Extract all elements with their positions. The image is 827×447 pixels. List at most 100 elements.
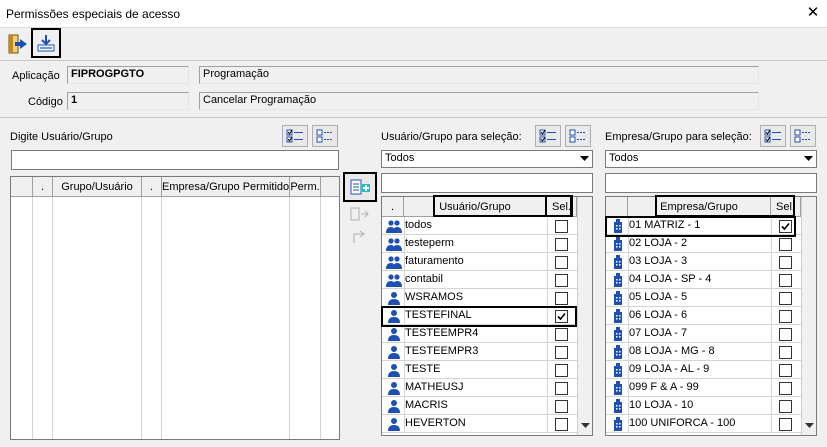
user-row[interactable]: TESTEEMPR4 bbox=[382, 325, 577, 343]
company-sel-checkbox[interactable] bbox=[779, 274, 792, 287]
company-row[interactable]: 10 LOJA - 10 bbox=[606, 397, 801, 415]
user-sel-checkbox[interactable] bbox=[555, 238, 568, 251]
users-search-input[interactable] bbox=[381, 173, 593, 193]
companies-select-all-button[interactable] bbox=[760, 125, 786, 147]
user-sel-checkbox[interactable] bbox=[555, 328, 568, 341]
left-unselect-all-button[interactable] bbox=[312, 125, 338, 147]
user-row[interactable]: TESTEEMPR3 bbox=[382, 343, 577, 361]
users-col-sel[interactable]: Sel. bbox=[547, 197, 577, 217]
users-scrollbar[interactable] bbox=[577, 197, 592, 435]
company-name: 05 LOJA - 5 bbox=[629, 291, 688, 303]
user-row[interactable]: HEVERTON bbox=[382, 415, 577, 433]
users-select-all-button[interactable] bbox=[535, 125, 561, 147]
user-sel-checkbox[interactable] bbox=[555, 418, 568, 431]
user-row[interactable]: MACRIS bbox=[382, 397, 577, 415]
company-sel-checkbox[interactable] bbox=[779, 418, 792, 431]
uncheck-list-icon bbox=[569, 129, 586, 143]
col-perm[interactable]: Perm. bbox=[290, 177, 321, 197]
company-icon bbox=[610, 345, 626, 359]
permissions-grid[interactable]: . Grupo/Usuário . Empresa/Grupo Permitid… bbox=[10, 176, 340, 440]
col-dot-1[interactable]: . bbox=[33, 177, 53, 197]
user-row[interactable]: todos bbox=[382, 217, 577, 235]
user-name: MACRIS bbox=[405, 399, 448, 411]
companies-col-sel[interactable]: Sel. bbox=[771, 197, 801, 217]
users-filter-select[interactable]: Todos bbox=[381, 150, 593, 168]
company-name: 01 MATRIZ - 1 bbox=[629, 219, 701, 231]
users-col-name[interactable]: Usuário/Grupo bbox=[404, 197, 547, 217]
user-sel-checkbox[interactable] bbox=[555, 382, 568, 395]
company-sel-checkbox[interactable] bbox=[779, 346, 792, 359]
user-sel-checkbox[interactable] bbox=[555, 400, 568, 413]
uncheck-list-icon bbox=[794, 129, 811, 143]
companies-unselect-all-button[interactable] bbox=[790, 125, 816, 147]
user-row[interactable]: faturamento bbox=[382, 253, 577, 271]
user-row[interactable]: WSRAMOS bbox=[382, 289, 577, 307]
companies-search-input[interactable] bbox=[605, 173, 817, 193]
user-row[interactable]: testeperm bbox=[382, 235, 577, 253]
group-icon bbox=[386, 273, 402, 287]
companies-scrollbar[interactable] bbox=[801, 197, 816, 435]
users-unselect-all-button[interactable] bbox=[565, 125, 591, 147]
undo-button[interactable] bbox=[348, 228, 374, 248]
company-row[interactable]: 07 LOJA - 7 bbox=[606, 325, 801, 343]
company-name: 03 LOJA - 3 bbox=[629, 255, 688, 267]
company-row[interactable]: 09 LOJA - AL - 9 bbox=[606, 361, 801, 379]
company-name: 10 LOJA - 10 bbox=[629, 399, 694, 411]
col-indicator bbox=[11, 177, 33, 197]
company-row[interactable]: 05 LOJA - 5 bbox=[606, 289, 801, 307]
undo-icon bbox=[353, 230, 365, 243]
col-grupo-usuario[interactable]: Grupo/Usuário bbox=[53, 177, 142, 197]
company-sel-checkbox[interactable] bbox=[779, 364, 792, 377]
user-sel-checkbox[interactable] bbox=[555, 292, 568, 305]
companies-filter-value: Todos bbox=[609, 152, 639, 164]
company-row[interactable]: 06 LOJA - 6 bbox=[606, 307, 801, 325]
user-name: faturamento bbox=[405, 255, 464, 267]
company-row[interactable]: 03 LOJA - 3 bbox=[606, 253, 801, 271]
remove-permission-button[interactable] bbox=[348, 205, 374, 225]
close-button[interactable]: ✕ bbox=[804, 4, 822, 22]
company-row[interactable]: 099 F & A - 99 bbox=[606, 379, 801, 397]
add-permission-button[interactable] bbox=[343, 172, 377, 202]
company-sel-checkbox[interactable] bbox=[779, 328, 792, 341]
col-empresa-permitido[interactable]: Empresa/Grupo Permitido bbox=[162, 177, 290, 197]
company-sel-checkbox[interactable] bbox=[779, 238, 792, 251]
scroll-down-icon[interactable] bbox=[805, 423, 814, 429]
user-row[interactable]: TESTEFINAL bbox=[382, 307, 577, 325]
company-sel-checkbox[interactable] bbox=[779, 292, 792, 305]
company-sel-checkbox[interactable] bbox=[779, 310, 792, 323]
users-grid[interactable]: . Usuário/Grupo Sel. todos testeperm fatur… bbox=[381, 196, 593, 436]
company-sel-checkbox[interactable] bbox=[779, 256, 792, 269]
company-row[interactable]: 04 LOJA - SP - 4 bbox=[606, 271, 801, 289]
company-sel-checkbox[interactable] bbox=[779, 382, 792, 395]
digite-usuario-input[interactable] bbox=[11, 150, 339, 170]
codigo-field: 1 bbox=[67, 92, 189, 110]
user-sel-checkbox[interactable] bbox=[555, 274, 568, 287]
left-select-all-button[interactable] bbox=[282, 125, 308, 147]
user-row[interactable]: MATHEUSJ bbox=[382, 379, 577, 397]
users-grid-body: todos testeperm faturamento contabil WSRAMOS… bbox=[382, 217, 577, 435]
user-icon bbox=[386, 399, 402, 413]
company-sel-checkbox[interactable] bbox=[779, 220, 792, 233]
company-sel-checkbox[interactable] bbox=[779, 400, 792, 413]
companies-col-name[interactable]: Empresa/Grupo bbox=[628, 197, 771, 217]
company-row[interactable]: 02 LOJA - 2 bbox=[606, 235, 801, 253]
company-row[interactable]: 01 MATRIZ - 1 bbox=[606, 217, 801, 235]
companies-filter-select[interactable]: Todos bbox=[605, 150, 817, 168]
company-row[interactable]: 08 LOJA - MG - 8 bbox=[606, 343, 801, 361]
user-row[interactable]: contabil bbox=[382, 271, 577, 289]
exit-button[interactable] bbox=[4, 30, 30, 58]
company-name: 08 LOJA - MG - 8 bbox=[629, 345, 715, 357]
save-button[interactable] bbox=[31, 28, 61, 58]
user-sel-checkbox[interactable] bbox=[555, 310, 568, 323]
user-row[interactable]: TESTE bbox=[382, 361, 577, 379]
col-dot-2[interactable]: . bbox=[142, 177, 162, 197]
user-name: TESTE bbox=[405, 363, 441, 375]
scroll-down-icon[interactable] bbox=[581, 423, 590, 429]
user-name: HEVERTON bbox=[405, 417, 466, 429]
user-sel-checkbox[interactable] bbox=[555, 220, 568, 233]
company-row[interactable]: 100 UNIFORCA - 100 bbox=[606, 415, 801, 433]
companies-grid[interactable]: Empresa/Grupo Sel. 01 MATRIZ - 1 02 LOJA … bbox=[605, 196, 817, 436]
user-sel-checkbox[interactable] bbox=[555, 256, 568, 269]
user-sel-checkbox[interactable] bbox=[555, 364, 568, 377]
user-sel-checkbox[interactable] bbox=[555, 346, 568, 359]
